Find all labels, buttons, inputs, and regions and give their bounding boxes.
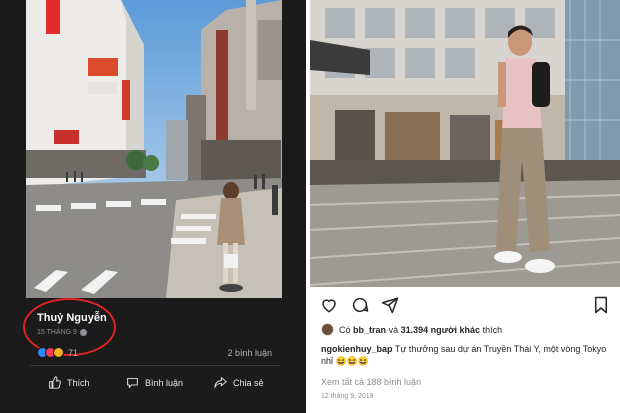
fb-share-label: Chia sẻ bbox=[233, 377, 264, 388]
haha-reaction-icon bbox=[53, 347, 64, 358]
fb-divider bbox=[30, 365, 280, 366]
fb-like-label: Thích bbox=[67, 377, 90, 388]
ig-post-photo[interactable] bbox=[310, 0, 620, 287]
ig-likes-line[interactable]: Có bb_tran và 31.394 người khác thích bbox=[321, 323, 502, 336]
fb-share-button[interactable]: Chia sẻ bbox=[214, 376, 264, 389]
ig-liked-by-user[interactable]: bb_tran bbox=[353, 325, 386, 335]
tokyo-plaza-photo-man bbox=[310, 0, 620, 287]
fb-comment-button[interactable]: Bình luận bbox=[126, 376, 183, 389]
thumbs-up-icon bbox=[49, 376, 61, 389]
fb-reaction-count: 71 bbox=[68, 347, 79, 358]
comment-icon[interactable] bbox=[351, 296, 369, 314]
fb-post-photo[interactable] bbox=[26, 0, 282, 298]
ig-likes-prefix: Có bbox=[339, 324, 351, 335]
ig-liked-by-others[interactable]: 31.394 người khác bbox=[401, 325, 480, 335]
send-icon[interactable] bbox=[381, 296, 399, 314]
ig-post-date: 12 tháng 9, 2019 bbox=[321, 393, 374, 400]
ig-view-all-comments-link[interactable]: Xem tất cả 188 bình luận bbox=[321, 377, 421, 387]
ig-caption-user[interactable]: ngokienhuy_bap bbox=[321, 344, 393, 354]
fb-reactions-summary[interactable]: 71 bbox=[37, 347, 78, 358]
tokyo-street-photo-girl bbox=[26, 0, 282, 298]
ig-caption: ngokienhuy_bap Tự thưởng sau dự án Truyề… bbox=[321, 343, 613, 367]
ig-likes-middle: và bbox=[388, 324, 399, 335]
comment-bubble-icon bbox=[127, 377, 138, 388]
bookmark-icon[interactable] bbox=[592, 296, 610, 314]
fb-comments-count[interactable]: 2 bình luận bbox=[227, 348, 272, 358]
heart-icon[interactable] bbox=[320, 296, 338, 314]
fb-comment-label: Bình luận bbox=[145, 377, 184, 388]
ig-likes-suffix: thích bbox=[482, 324, 503, 335]
instagram-post: Có bb_tran và 31.394 người khác thích ng… bbox=[310, 0, 620, 413]
avatar[interactable] bbox=[321, 323, 334, 336]
facebook-post: Thuỷ Nguyễn 15 THÁNG 9 71 2 bình luận Th… bbox=[0, 0, 306, 413]
fb-like-button[interactable]: Thích bbox=[48, 376, 90, 389]
share-arrow-icon bbox=[214, 377, 227, 388]
